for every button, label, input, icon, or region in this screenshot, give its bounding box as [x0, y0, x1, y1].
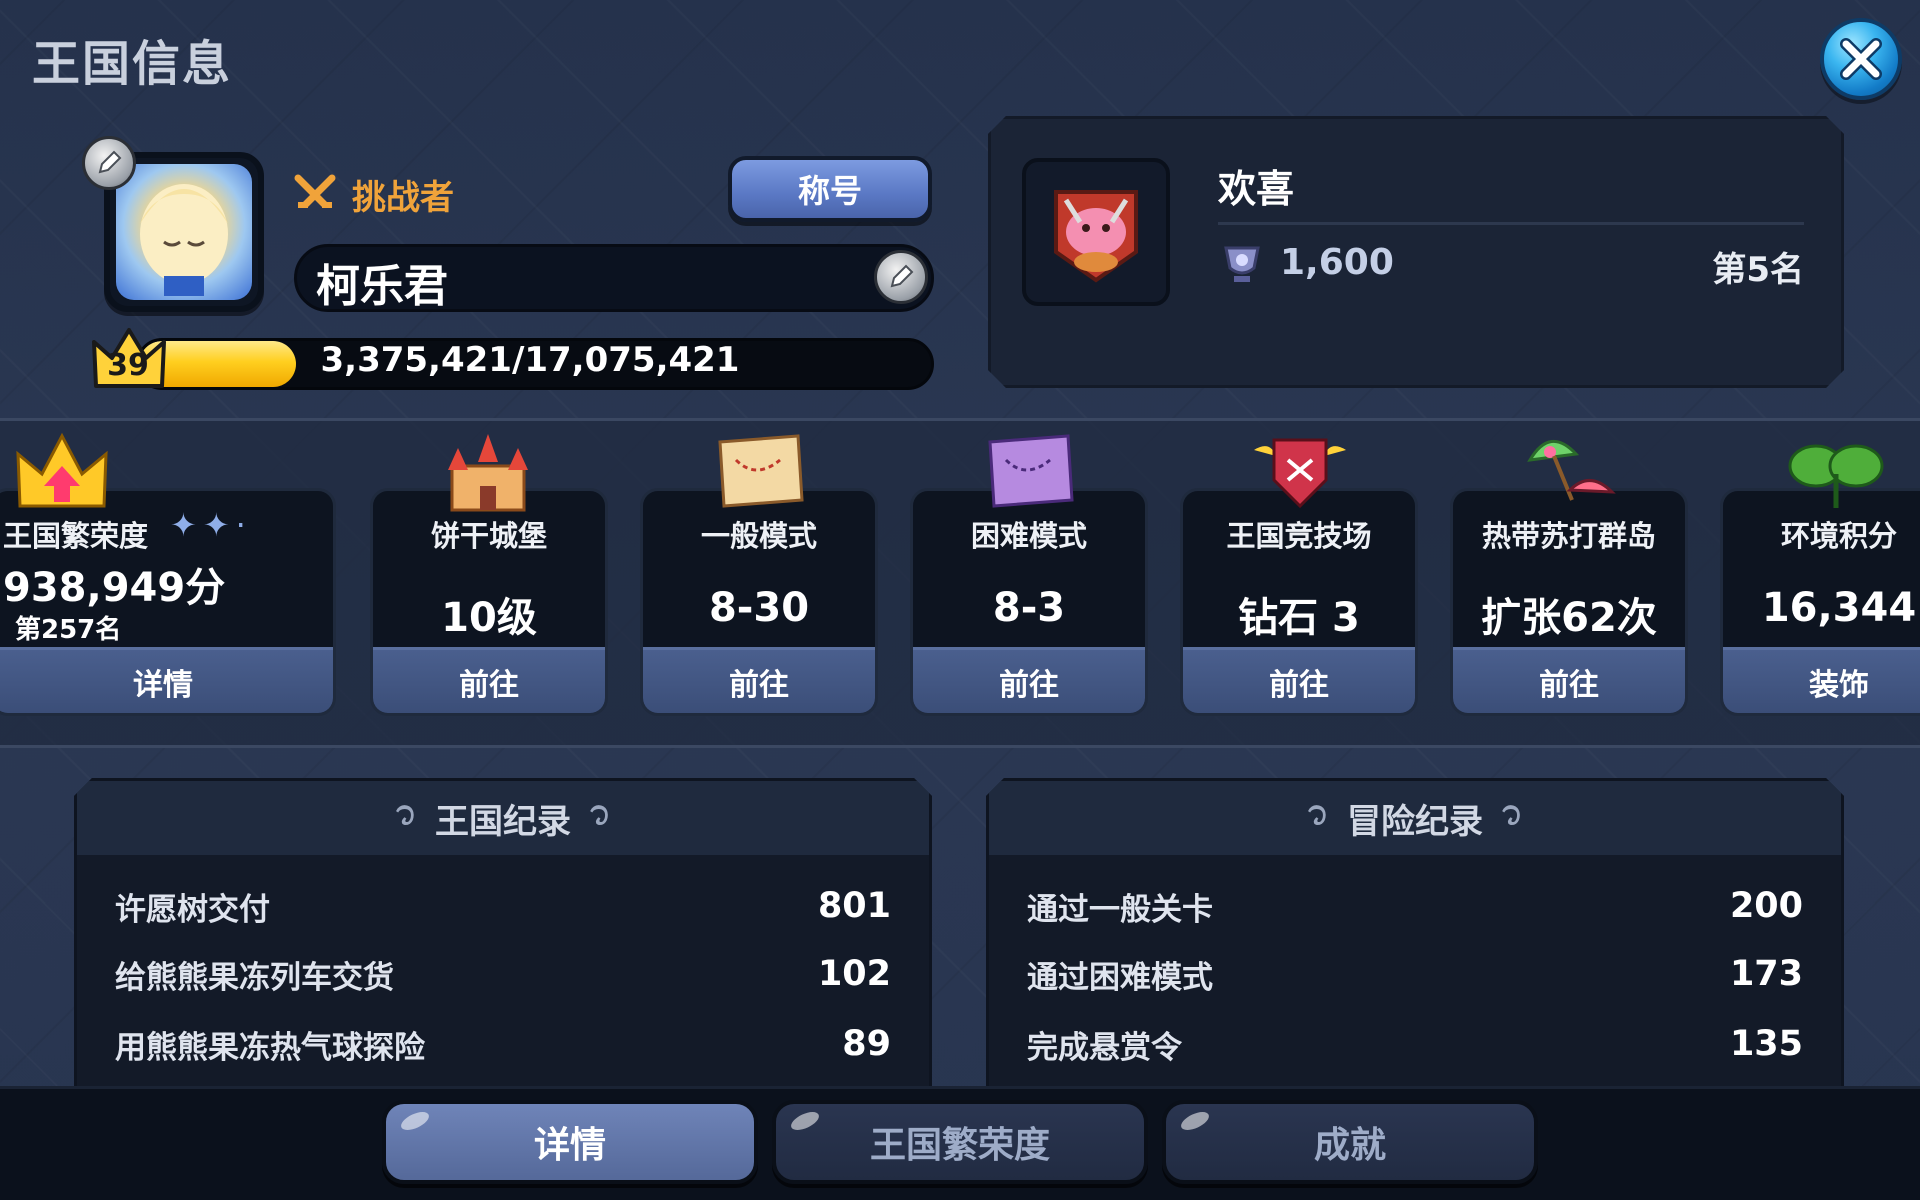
- stat-value: 8-30: [708, 585, 810, 631]
- arena-go-button[interactable]: 前往: [1183, 647, 1415, 713]
- record-value: 801: [817, 886, 891, 926]
- stat-card-hard-mode: 困难模式 8-3 前往: [910, 488, 1148, 716]
- feast-event-icon: [1054, 190, 1138, 283]
- tropical-islands-go-button[interactable]: 前往: [1453, 647, 1685, 713]
- hard-map-icon: [988, 434, 1074, 508]
- kingdom-records-header: ᭡ 王国纪录 ᭡: [77, 781, 929, 855]
- record-value: 173: [1729, 954, 1803, 994]
- castle-go-button[interactable]: 前往: [373, 647, 605, 713]
- swirl-right-icon: ᭡: [1501, 792, 1524, 833]
- tab-achievements[interactable]: 成就: [1162, 1100, 1538, 1184]
- record-row: 通过困难模式 173: [1027, 949, 1803, 999]
- stat-value: 钻石 3: [1238, 595, 1360, 641]
- record-row: 用熊熊果冻热气球探险 89: [115, 1019, 891, 1069]
- record-label: 完成悬赏令: [1027, 1029, 1182, 1066]
- stat-value: 16,344: [1761, 585, 1917, 631]
- record-row: 给熊熊果冻列车交货 102: [115, 949, 891, 999]
- title-button[interactable]: 称号: [728, 156, 932, 222]
- trophy-icon: [1224, 246, 1260, 282]
- tab-prosperity[interactable]: 王国繁荣度: [772, 1100, 1148, 1184]
- stat-label: 热带苏打群岛: [1481, 519, 1656, 553]
- stat-card-normal-mode: 一般模式 8-30 前往: [640, 488, 878, 716]
- stat-label: 饼干城堡: [430, 519, 547, 553]
- sparkle-decoration-icon: ✦✦·: [170, 506, 252, 544]
- record-label: 通过困难模式: [1027, 959, 1213, 996]
- prosperity-details-button[interactable]: 详情: [0, 647, 333, 713]
- crossed-swords-icon: [294, 174, 336, 208]
- record-label: 用熊熊果冻热气球探险: [115, 1029, 425, 1066]
- stat-card-castle: 饼干城堡 10级 前往: [370, 488, 608, 716]
- swirl-left-icon: ᭡: [394, 792, 417, 833]
- stat-label: 王国竞技场: [1226, 519, 1372, 553]
- stat-value: 938,949分: [3, 565, 226, 611]
- stat-card-prosperity: 王国繁荣度 938,949分 第257名 详情: [0, 488, 336, 716]
- player-name: 柯乐君: [316, 261, 448, 312]
- map-icon: [718, 434, 804, 508]
- tropical-island-icon: [1527, 439, 1616, 501]
- swirl-left-icon: ᭡: [1306, 792, 1329, 833]
- stat-card-environment: 环境积分 16,344 装饰: [1720, 488, 1920, 716]
- adventure-records-panel: ᭡ 冒险纪录 ᭡ 通过一般关卡 200 通过困难模式 173 完成悬赏令 135: [986, 778, 1844, 1090]
- adventure-records-header: ᭡ 冒险纪录 ᭡: [989, 781, 1841, 855]
- record-label: 通过一般关卡: [1027, 891, 1213, 928]
- castle-icon: [448, 434, 528, 512]
- adventure-records-title: 冒险纪录: [1347, 801, 1483, 842]
- record-value: 135: [1729, 1024, 1803, 1064]
- player-rank-title: 挑战者: [352, 178, 454, 218]
- record-value: 102: [817, 954, 891, 994]
- record-row: 许愿树交付 801: [115, 881, 891, 931]
- pencil-icon: [98, 150, 122, 174]
- event-divider: [1218, 222, 1804, 225]
- prosperity-rank: 第257名: [15, 615, 122, 645]
- kingdom-records-panel: ᭡ 王国纪录 ᭡ 许愿树交付 801 给熊熊果冻列车交货 102 用熊熊果冻热气…: [74, 778, 932, 1090]
- pencil-icon: [890, 264, 914, 288]
- rename-button[interactable]: [874, 250, 928, 304]
- arena-shield-icon: [1254, 438, 1346, 509]
- stat-label: 王国繁荣度: [3, 519, 149, 553]
- avatar-edit-button[interactable]: [82, 136, 136, 190]
- normal-mode-go-button[interactable]: 前往: [643, 647, 875, 713]
- record-value: 89: [842, 1024, 891, 1064]
- hard-mode-go-button[interactable]: 前往: [913, 647, 1145, 713]
- record-label: 许愿树交付: [115, 891, 270, 928]
- stat-label: 困难模式: [970, 519, 1087, 553]
- stat-label: 一般模式: [700, 519, 817, 553]
- kingdom-records-title: 王国纪录: [435, 801, 571, 842]
- swirl-right-icon: ᭡: [589, 792, 612, 833]
- page-title: 王国信息: [32, 36, 233, 92]
- xp-text: 3,375,421/17,075,421: [320, 340, 740, 380]
- stat-value: 扩张62次: [1481, 595, 1657, 641]
- stat-label: 环境积分: [1780, 519, 1897, 553]
- event-icon-frame[interactable]: [1022, 158, 1170, 306]
- record-row: 完成悬赏令 135: [1027, 1019, 1803, 1069]
- stat-value: 10级: [441, 595, 537, 641]
- level-number: 39: [107, 348, 149, 383]
- decorate-button[interactable]: 装饰: [1723, 647, 1920, 713]
- event-rank: 第5名: [1712, 250, 1804, 290]
- stat-value: 8-3: [992, 585, 1066, 631]
- tab-details[interactable]: 详情: [382, 1100, 758, 1184]
- clover-icon: [1788, 444, 1884, 508]
- record-row: 通过一般关卡 200: [1027, 881, 1803, 931]
- event-score: 1,600: [1280, 242, 1394, 283]
- cookie-portrait-icon: [140, 184, 228, 296]
- close-icon: [1840, 38, 1882, 80]
- event-name: 欢喜: [1218, 167, 1295, 211]
- record-label: 给熊熊果冻列车交货: [115, 959, 394, 996]
- stat-card-arena: 王国竞技场 钻石 3 前往: [1180, 488, 1418, 716]
- crown-icon: [16, 432, 108, 508]
- stat-card-tropical-islands: 热带苏打群岛 扩张62次 前往: [1450, 488, 1688, 716]
- close-button[interactable]: [1820, 18, 1902, 100]
- record-value: 200: [1729, 886, 1803, 926]
